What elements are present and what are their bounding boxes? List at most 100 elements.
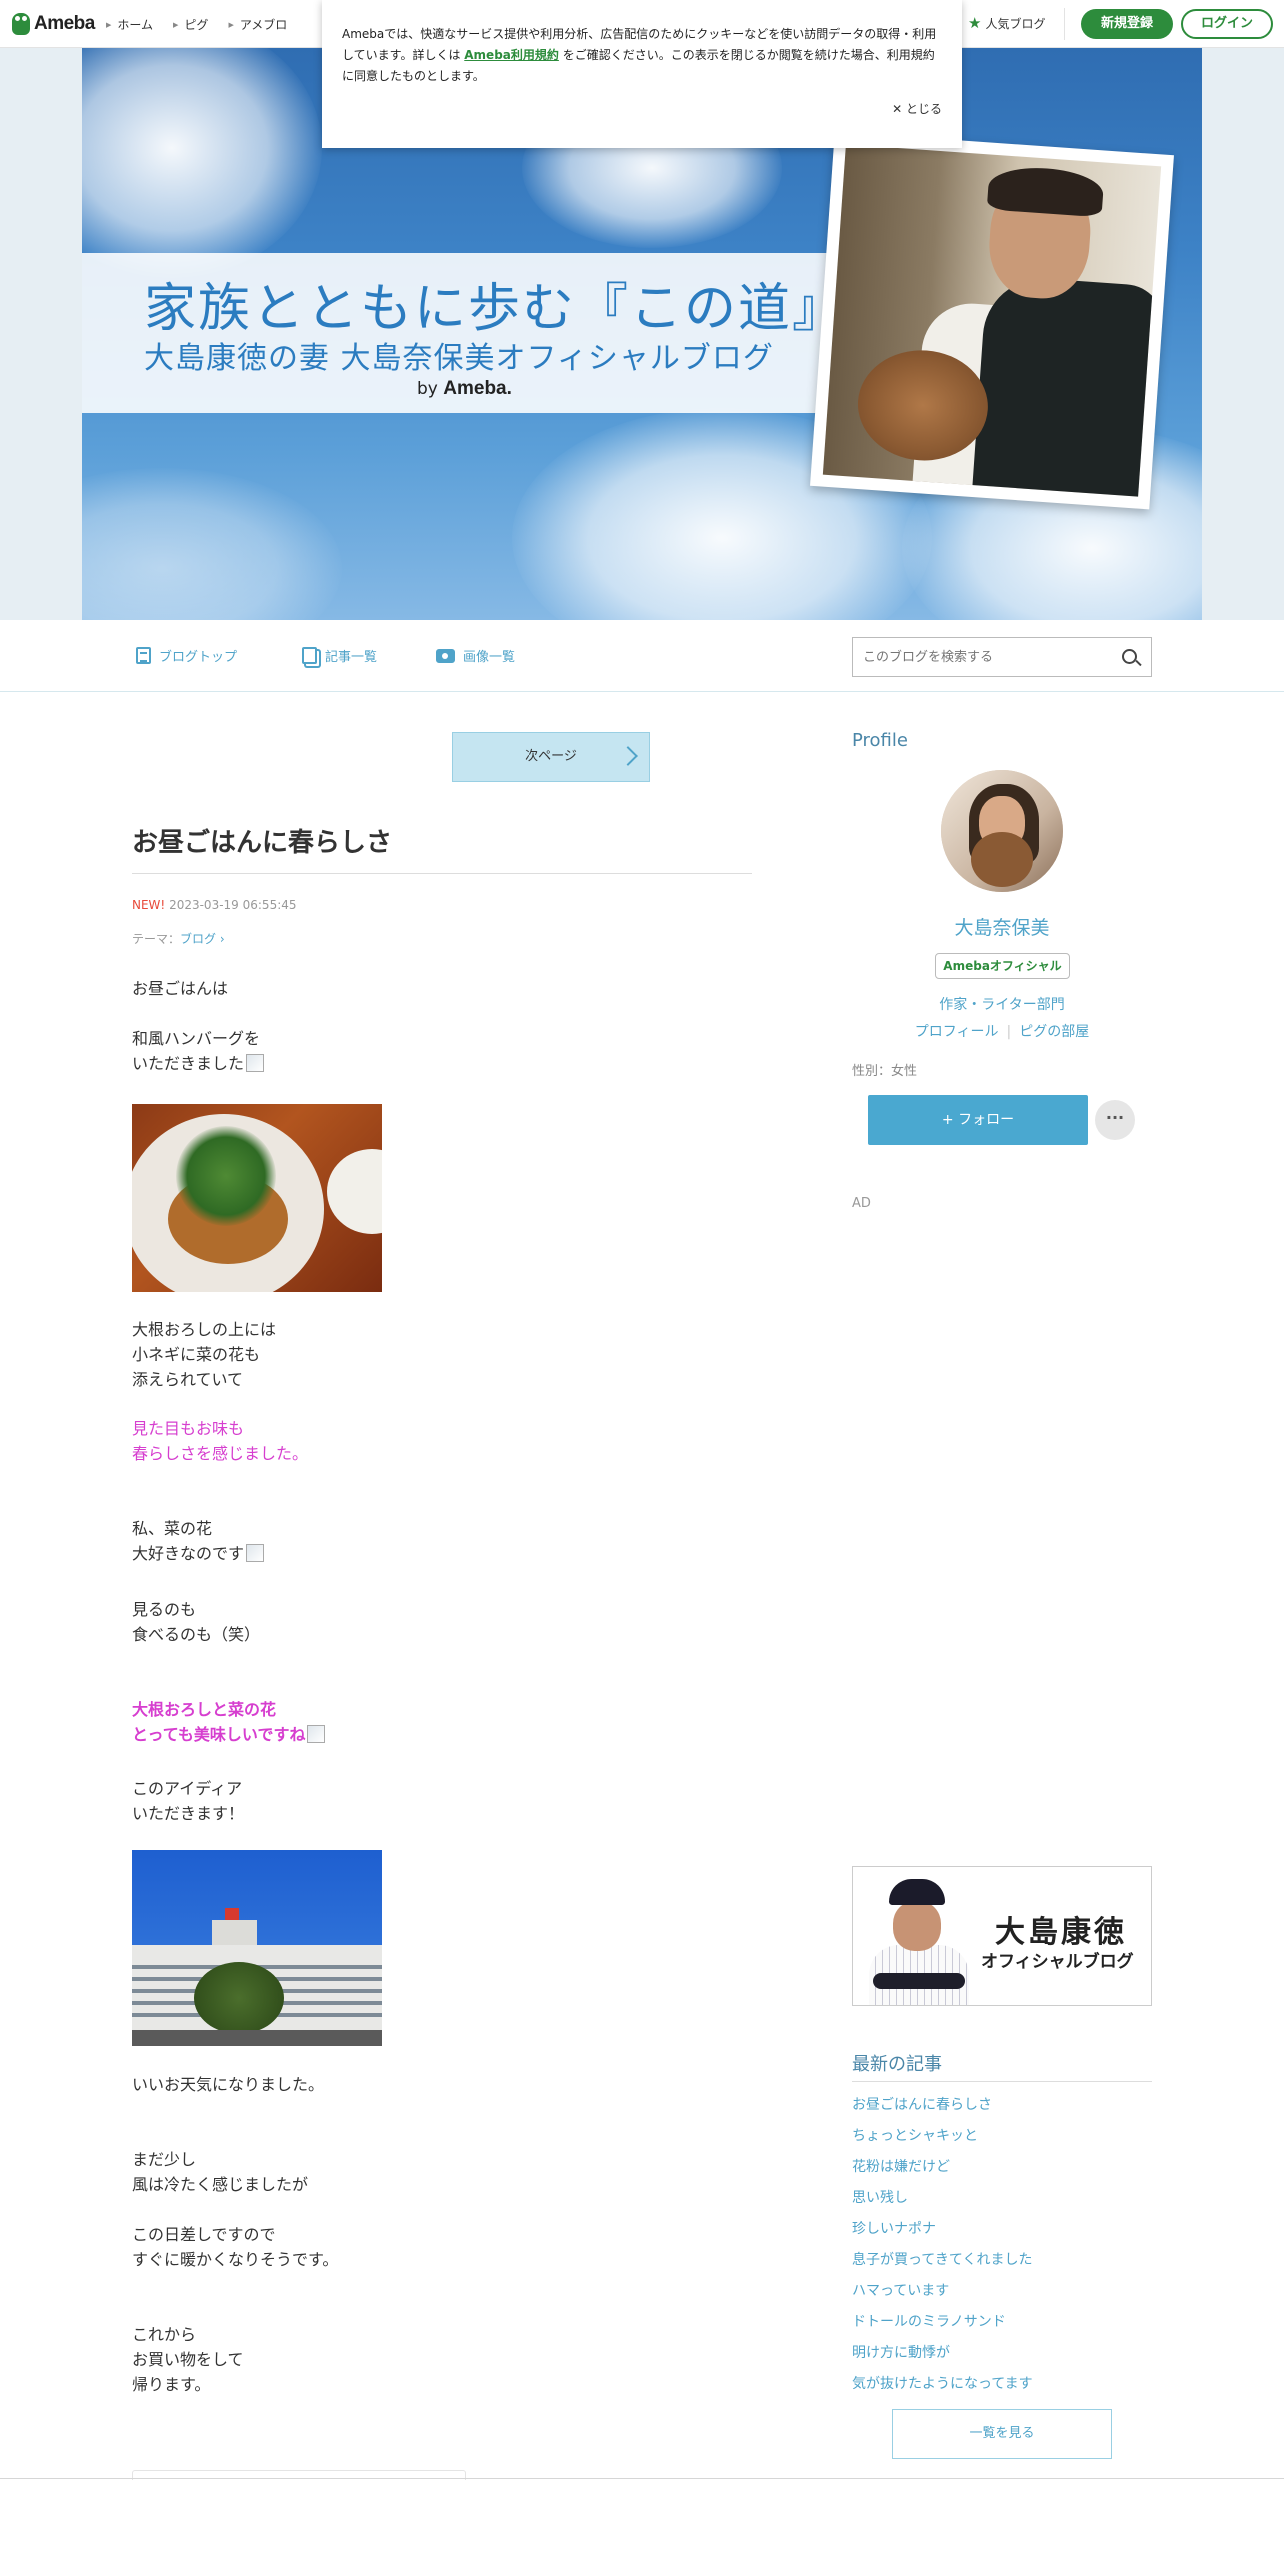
profile-heading: Profile [852, 730, 908, 751]
banner-name: 大島康徳 [995, 1915, 1127, 1950]
nav-image-list[interactable]: 画像一覧 [436, 646, 515, 665]
ad-label: AD [852, 1196, 871, 1211]
profile-link[interactable]: プロフィール [915, 1024, 999, 1040]
tree [194, 1962, 284, 2034]
player-arms [873, 1973, 965, 1989]
text-line: お買い物をして [132, 2350, 244, 2369]
camera-icon [436, 648, 455, 663]
text-line: とっても美味しいですね [132, 1725, 306, 1744]
text-line: いただきます！ [132, 1804, 245, 1823]
latest-entry-link[interactable]: 気が抜けたようになってます [852, 2369, 1152, 2400]
pigg-room-link[interactable]: ピグの部屋 [1019, 1024, 1089, 1040]
header-photo [810, 131, 1174, 510]
latest-entry-link[interactable]: ハマっています [852, 2276, 1152, 2307]
theme-link[interactable]: ブログ [180, 932, 216, 946]
avatar[interactable] [941, 770, 1063, 892]
terms-link[interactable]: Ameba利用規約 [464, 48, 559, 62]
blog-search[interactable] [852, 637, 1152, 677]
see-all-button[interactable]: 一覧を見る [892, 2409, 1112, 2459]
ameba-frog-icon [12, 13, 30, 35]
text-line: 見た目もお味も [132, 1419, 245, 1438]
follow-button[interactable]: + フォロー [868, 1095, 1088, 1145]
search-icon[interactable] [1122, 649, 1137, 664]
latest-entry-link[interactable]: ちょっとシャキッと [852, 2121, 1152, 2152]
emoji-icon [246, 1544, 265, 1562]
nav-image-list-label: 画像一覧 [463, 650, 516, 665]
copy-icon [302, 647, 317, 664]
emoji-icon [307, 1725, 326, 1743]
nav-ameblo[interactable]: アメブロ [228, 16, 287, 33]
profile-category[interactable]: 作家・ライター部門 [852, 994, 1152, 1014]
blog-subtitle: 大島康徳の妻 大島奈保美オフィシャルブログ [144, 341, 774, 376]
next-page-label: 次ページ [525, 749, 577, 764]
photo-vest [971, 274, 1162, 497]
latest-divider [852, 2081, 1152, 2082]
text-line: 和風ハンバーグを [132, 1029, 261, 1048]
text-line: 春らしさを感じました。 [132, 1444, 309, 1463]
nav-blog-top-label: ブログトップ [159, 650, 238, 665]
latest-entry-link[interactable]: 思い残し [852, 2183, 1152, 2214]
article-theme: テーマ：ブログ › [132, 930, 225, 947]
nav-entry-list-label: 記事一覧 [325, 650, 378, 665]
latest-entry-link[interactable]: 花粉は嫌だけど [852, 2152, 1152, 2183]
paragraph: まだ少し 風は冷たく感じましたが [132, 2147, 308, 2197]
building-photo[interactable] [132, 1850, 382, 2046]
text-line: すぐに暖かくなりそうです。 [132, 2250, 339, 2269]
latest-entry-link[interactable]: 息子が買ってきてくれました [852, 2245, 1152, 2276]
theme-prefix: テーマ： [132, 932, 181, 946]
banner-subtitle: オフィシャルブログ [981, 1952, 1134, 1972]
text-line: いただきました [132, 1054, 245, 1073]
nav-entry-list[interactable]: 記事一覧 [302, 646, 377, 665]
register-button[interactable]: 新規登録 [1081, 9, 1173, 39]
player-face [893, 1901, 941, 1951]
blog-nav: ブログトップ 記事一覧 画像一覧 [0, 620, 1284, 692]
nav-blog-top[interactable]: ブログトップ [136, 646, 237, 665]
latest-entries-heading: 最新の記事 [852, 2054, 942, 2075]
paragraph-highlight: 大根おろしと菜の花 とっても美味しいですね [132, 1697, 326, 1747]
text-line: このアイディア [132, 1779, 243, 1798]
search-input[interactable] [863, 647, 1103, 667]
crown-icon: ★ [968, 14, 982, 32]
paragraph: 大根おろしの上には 小ネギに菜の花も 添えられていて [132, 1317, 276, 1392]
login-button[interactable]: ログイン [1181, 9, 1273, 39]
nav-pigg[interactable]: ピグ [173, 16, 208, 33]
paragraph: 和風ハンバーグを いただきました [132, 1026, 265, 1076]
profile-gender: 性別：女性 [852, 1064, 918, 1079]
text-line: 私、菜の花 [132, 1519, 213, 1538]
food-photo[interactable] [132, 1104, 382, 1292]
latest-entry-link[interactable]: 明け方に動悸が [852, 2338, 1152, 2369]
ameba-logo[interactable]: Ameba [12, 12, 95, 36]
profile-name[interactable]: 大島奈保美 [852, 913, 1152, 940]
latest-entry-link[interactable]: 珍しいナポナ [852, 2214, 1152, 2245]
text-line: お昼ごはんは [132, 979, 229, 998]
cloud-shape [82, 48, 322, 278]
article-date: 2023-03-19 06:55:45 [169, 898, 297, 912]
latest-entry-link[interactable]: ドトールのミラノサンド [852, 2307, 1152, 2338]
popular-blog-link[interactable]: ★ 人気ブログ [968, 14, 1045, 32]
greens [176, 1126, 276, 1226]
logo-text: Ameba [34, 13, 95, 34]
text-line: これから [132, 2325, 197, 2344]
cookie-text: Amebaでは、快適なサービス提供や利用分析、広告配信のためにクッキーなどを使い… [342, 24, 942, 87]
article-title[interactable]: お昼ごはんに春らしさ [132, 822, 392, 859]
profile-links: プロフィール | ピグの部屋 [852, 1021, 1152, 1041]
text-line: 風は冷たく感じましたが [132, 2175, 309, 2194]
global-nav: ホーム ピグ アメブロ [106, 16, 287, 33]
more-options-button[interactable]: ··· [1095, 1100, 1135, 1140]
latest-entry-link[interactable]: お昼ごはんに春らしさ [852, 2090, 1152, 2121]
blog-title: 家族とともに歩む『この道』 [144, 279, 847, 339]
husband-blog-banner[interactable]: 大島康徳 オフィシャルブログ [852, 1866, 1152, 2006]
title-divider [132, 873, 752, 874]
text-line: まだ少し [132, 2150, 197, 2169]
chevron-right-icon [618, 746, 638, 766]
page-divider [0, 2478, 1284, 2479]
cookie-close-button[interactable]: ✕ とじる [892, 100, 942, 117]
player-cap [889, 1879, 945, 1905]
document-icon [136, 647, 151, 664]
next-page-button[interactable]: 次ページ [452, 732, 650, 782]
official-badge[interactable]: Amebaオフィシャル [935, 953, 1070, 979]
by-prefix: by [417, 379, 438, 399]
text-line: 見るのも [132, 1600, 197, 1619]
text-line: 大根おろしの上には [132, 1320, 277, 1339]
nav-home[interactable]: ホーム [106, 16, 153, 33]
